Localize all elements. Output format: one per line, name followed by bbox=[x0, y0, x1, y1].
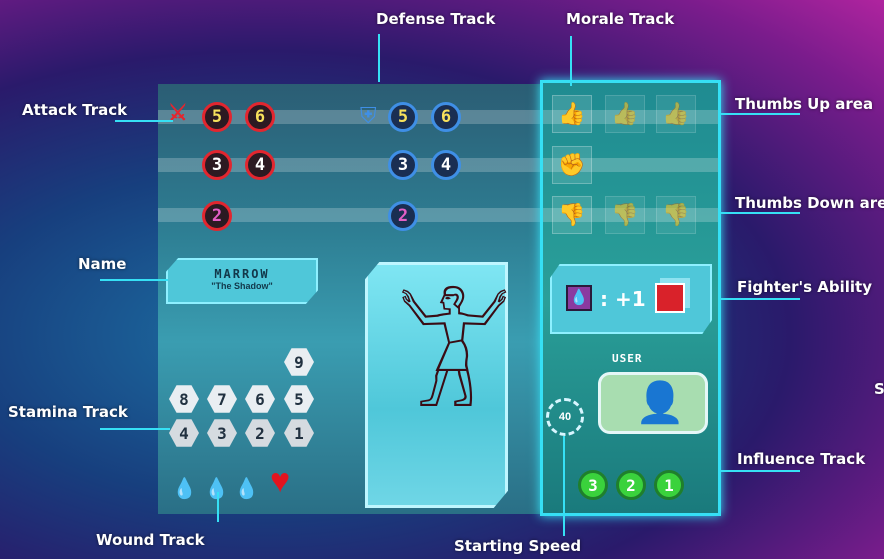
user-portrait: 👤 bbox=[598, 372, 708, 434]
pointer-line bbox=[217, 492, 219, 522]
cube-icon bbox=[655, 283, 685, 313]
defense-token: 3 bbox=[388, 150, 418, 180]
pointer-line bbox=[100, 428, 170, 430]
wound-icon: 💧 bbox=[566, 285, 592, 311]
pointer-line bbox=[720, 113, 800, 115]
fighters-ability-label: Fighter's Ability bbox=[737, 278, 873, 296]
user-silhouette-icon: 👤 bbox=[635, 381, 685, 425]
influence-token: 1 bbox=[654, 470, 684, 500]
starting-speed-label: Starting Speed bbox=[454, 537, 582, 555]
influence-track-label: Influence Track bbox=[737, 450, 866, 468]
user-label: USER bbox=[612, 352, 643, 365]
name-label: Name bbox=[78, 255, 127, 273]
wound-track-label: Wound Track bbox=[96, 531, 205, 549]
influence-token: 3 bbox=[578, 470, 608, 500]
pointer-line bbox=[115, 120, 173, 122]
ability-text: : +1 bbox=[600, 287, 646, 311]
pointer-line bbox=[720, 212, 800, 214]
thumbs-up-icon: 👍 bbox=[605, 95, 645, 133]
fighter-nickname: "The Shadow" bbox=[211, 281, 273, 291]
fighter-name: MARROW bbox=[214, 267, 270, 281]
defense-track-label: Defense Track bbox=[376, 10, 496, 28]
pointer-line bbox=[720, 470, 800, 472]
shield-icon: ⛨ bbox=[360, 103, 377, 128]
attack-token: 4 bbox=[245, 150, 275, 180]
name-box: MARROW "The Shadow" bbox=[166, 258, 318, 304]
thumbs-up-icon: 👍 bbox=[656, 95, 696, 133]
thumbs-up-label: Thumbs Up area bbox=[735, 95, 874, 113]
fighter-figure-icon: 𓀠 bbox=[396, 298, 513, 432]
fighter-portrait: 𓀠 bbox=[365, 262, 508, 508]
attack-token: 6 bbox=[245, 102, 275, 132]
neutral-morale-icon: ✊ bbox=[552, 146, 592, 184]
speed-dial: 40 bbox=[546, 398, 584, 436]
pointer-line bbox=[563, 436, 565, 536]
attack-token: 5 bbox=[202, 102, 232, 132]
attack-token: 3 bbox=[202, 150, 232, 180]
defense-token: 5 bbox=[388, 102, 418, 132]
heart-icon: ♥ bbox=[270, 462, 291, 500]
pointer-line bbox=[378, 34, 380, 82]
pointer-line bbox=[100, 279, 168, 281]
defense-token: 2 bbox=[388, 201, 418, 231]
wound-drop-icon: 💧 bbox=[234, 478, 259, 500]
influence-token: 2 bbox=[616, 470, 646, 500]
thumbs-up-icon: 👍 bbox=[552, 95, 592, 133]
thumbs-down-label: Thumbs Down area bbox=[735, 194, 884, 212]
attack-track-label: Attack Track bbox=[22, 101, 128, 119]
attack-icon: ⚔ bbox=[168, 100, 188, 125]
stamina-track-label: Stamina Track bbox=[8, 403, 128, 421]
wound-drop-icon: 💧 bbox=[172, 478, 197, 500]
morale-track-label: Morale Track bbox=[566, 10, 675, 28]
thumbs-down-icon: 👎 bbox=[656, 196, 696, 234]
thumbs-down-icon: 👎 bbox=[605, 196, 645, 234]
pointer-line bbox=[570, 36, 572, 86]
defense-token: 6 bbox=[431, 102, 461, 132]
defense-token: 4 bbox=[431, 150, 461, 180]
attack-token: 2 bbox=[202, 201, 232, 231]
cut-off-label: S bbox=[874, 380, 884, 398]
thumbs-down-icon: 👎 bbox=[552, 196, 592, 234]
pointer-line bbox=[720, 298, 800, 300]
